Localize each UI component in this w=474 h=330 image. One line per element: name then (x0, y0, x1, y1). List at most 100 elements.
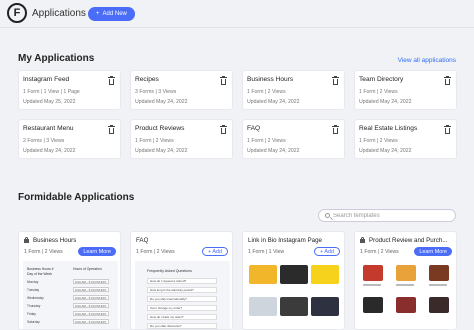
application-card[interactable]: Product Reviews 1 Form | 2 Views Updated… (130, 119, 233, 159)
preview-time: 9:00 AM - 5:00 PM EST (73, 279, 109, 284)
application-meta: 1 Form | 2 Views (247, 89, 286, 95)
application-updated: Updated May 24, 2022 (247, 99, 300, 105)
application-card[interactable]: Recipes 3 Forms | 3 Views Updated May 24… (130, 70, 233, 110)
template-card[interactable]: Business Hours 1 Form | 2 Views Learn Mo… (18, 231, 121, 330)
preview-image (311, 265, 339, 284)
template-card[interactable]: FAQ 1 Form | 2 Views + Add Frequently As… (130, 231, 233, 330)
my-applications-title: My Applications (18, 53, 95, 64)
application-title: Real Estate Listings (359, 125, 418, 132)
template-title: Link in Bio Instagram Page (248, 237, 322, 244)
trash-icon[interactable] (108, 76, 115, 85)
preview-column-label: Hours of Operation (73, 267, 102, 271)
preview-title: Frequently Asked Questions (147, 269, 192, 273)
application-card[interactable]: Team Directory 1 Form | 2 Views Updated … (354, 70, 457, 110)
preview-image (280, 265, 308, 284)
add-new-button[interactable]: + Add New (88, 7, 135, 21)
preview-day: Monday (27, 280, 39, 284)
preview-row: Thursday 9:00 AM - 5:00 PM EST (27, 303, 109, 308)
preview-day: Thursday (27, 304, 41, 308)
application-meta: 1 Form | 2 Views (359, 138, 398, 144)
application-title: Recipes (135, 76, 159, 83)
preview-image (249, 265, 277, 284)
trash-icon[interactable] (444, 76, 451, 85)
application-title: Team Directory (359, 76, 404, 83)
application-card[interactable]: FAQ 1 Form | 2 Views Updated May 24, 202… (242, 119, 345, 159)
preview-time: 9:00 AM - 5:00 PM EST (73, 303, 109, 308)
lock-icon (360, 237, 365, 243)
preview-title: Business Hours # (27, 267, 54, 271)
application-meta: 2 Forms | 3 Views (23, 138, 65, 144)
preview-row: Wednesday 9:00 AM - 5:00 PM EST (27, 295, 109, 300)
preview-row: Monday 9:00 AM - 5:00 PM EST (27, 279, 109, 284)
trash-icon[interactable] (108, 125, 115, 134)
add-template-button[interactable]: + Add (314, 247, 340, 256)
preview-day: Tuesday (27, 288, 40, 292)
preview-question: Do you ship internationally? (147, 296, 217, 302)
preview-row: Friday 9:00 AM - 5:00 PM EST (27, 311, 109, 316)
formidable-logo[interactable]: F (7, 3, 27, 23)
preview-question: Can I change my order? (147, 305, 217, 311)
add-new-label: Add New (102, 11, 127, 17)
preview-question: How do I track my order? (147, 314, 217, 320)
application-title: Product Reviews (135, 125, 185, 132)
preview-time: 9:00 AM - 5:00 PM EST (73, 295, 109, 300)
preview-question: How do I request a refund? (147, 278, 217, 284)
trash-icon[interactable] (444, 125, 451, 134)
application-updated: Updated May 24, 2022 (359, 99, 412, 105)
application-title: Instagram Feed (23, 76, 70, 83)
template-title: FAQ (136, 237, 149, 244)
application-title: Business Hours (247, 76, 294, 83)
preview-question: How long is the warranty period? (147, 287, 217, 293)
preview-image (429, 265, 449, 281)
business-hours-preview: Business Hours # Day of the Week Hours o… (23, 261, 118, 329)
lock-icon (24, 237, 29, 243)
learn-more-button[interactable]: Learn More (414, 247, 452, 256)
preview-image (280, 297, 308, 316)
preview-time: 9:00 AM - 5:00 PM EST (73, 319, 109, 324)
search-icon (325, 213, 330, 218)
application-meta: 1 Form | 2 Views (135, 138, 174, 144)
page-title: Applications (32, 8, 86, 19)
trash-icon[interactable] (332, 76, 339, 85)
application-updated: Updated May 25, 2022 (23, 99, 76, 105)
preview-image (363, 297, 383, 313)
add-template-button[interactable]: + Add (202, 247, 228, 256)
template-card[interactable]: Link in Bio Instagram Page 1 Form | 1 Vi… (242, 231, 345, 330)
application-card[interactable]: Real Estate Listings 1 Form | 2 Views Up… (354, 119, 457, 159)
template-meta: 1 Form | 1 View (248, 249, 285, 255)
view-all-applications-link[interactable]: View all applications (398, 57, 456, 64)
application-updated: Updated May 24, 2022 (135, 99, 188, 105)
application-meta: 1 Form | 2 Views (247, 138, 286, 144)
top-bar: F Applications + Add New (0, 0, 474, 28)
preview-image (249, 297, 277, 316)
preview-text-line (396, 284, 414, 286)
trash-icon[interactable] (220, 125, 227, 134)
application-card[interactable]: Instagram Feed 1 Form | 1 View | 1 Page … (18, 70, 121, 110)
application-title: FAQ (247, 125, 261, 132)
template-meta: 1 Form | 2 Views (136, 249, 175, 255)
application-title: Restaurant Menu (23, 125, 74, 132)
application-card[interactable]: Business Hours 1 Form | 2 Views Updated … (242, 70, 345, 110)
plus-icon: + (96, 11, 100, 17)
application-updated: Updated May 24, 2022 (23, 148, 76, 154)
trash-icon[interactable] (332, 125, 339, 134)
preview-time: 9:00 AM - 5:00 PM EST (73, 311, 109, 316)
preview-text-line (429, 284, 447, 286)
search-templates-input[interactable] (333, 211, 451, 221)
learn-more-button[interactable]: Learn More (78, 247, 116, 256)
template-meta: 1 Form | 2 Views (360, 249, 399, 255)
template-meta: 1 Form | 2 Views (24, 249, 63, 255)
formidable-applications-title: Formidable Applications (18, 192, 135, 203)
trash-icon[interactable] (220, 76, 227, 85)
application-meta: 1 Form | 1 View | 1 Page (23, 89, 80, 95)
application-updated: Updated May 24, 2022 (359, 148, 412, 154)
search-templates-field[interactable] (318, 209, 456, 222)
preview-row: Tuesday 9:00 AM - 5:00 PM EST (27, 287, 109, 292)
template-title: Business Hours (33, 237, 77, 244)
application-meta: 3 Forms | 3 Views (135, 89, 177, 95)
template-card[interactable]: Product Review and Purch... 1 Form | 2 V… (354, 231, 457, 330)
application-card[interactable]: Restaurant Menu 2 Forms | 3 Views Update… (18, 119, 121, 159)
preview-text-line (363, 284, 381, 286)
product-review-preview (359, 261, 454, 329)
template-title: Product Review and Purch... (369, 237, 448, 244)
